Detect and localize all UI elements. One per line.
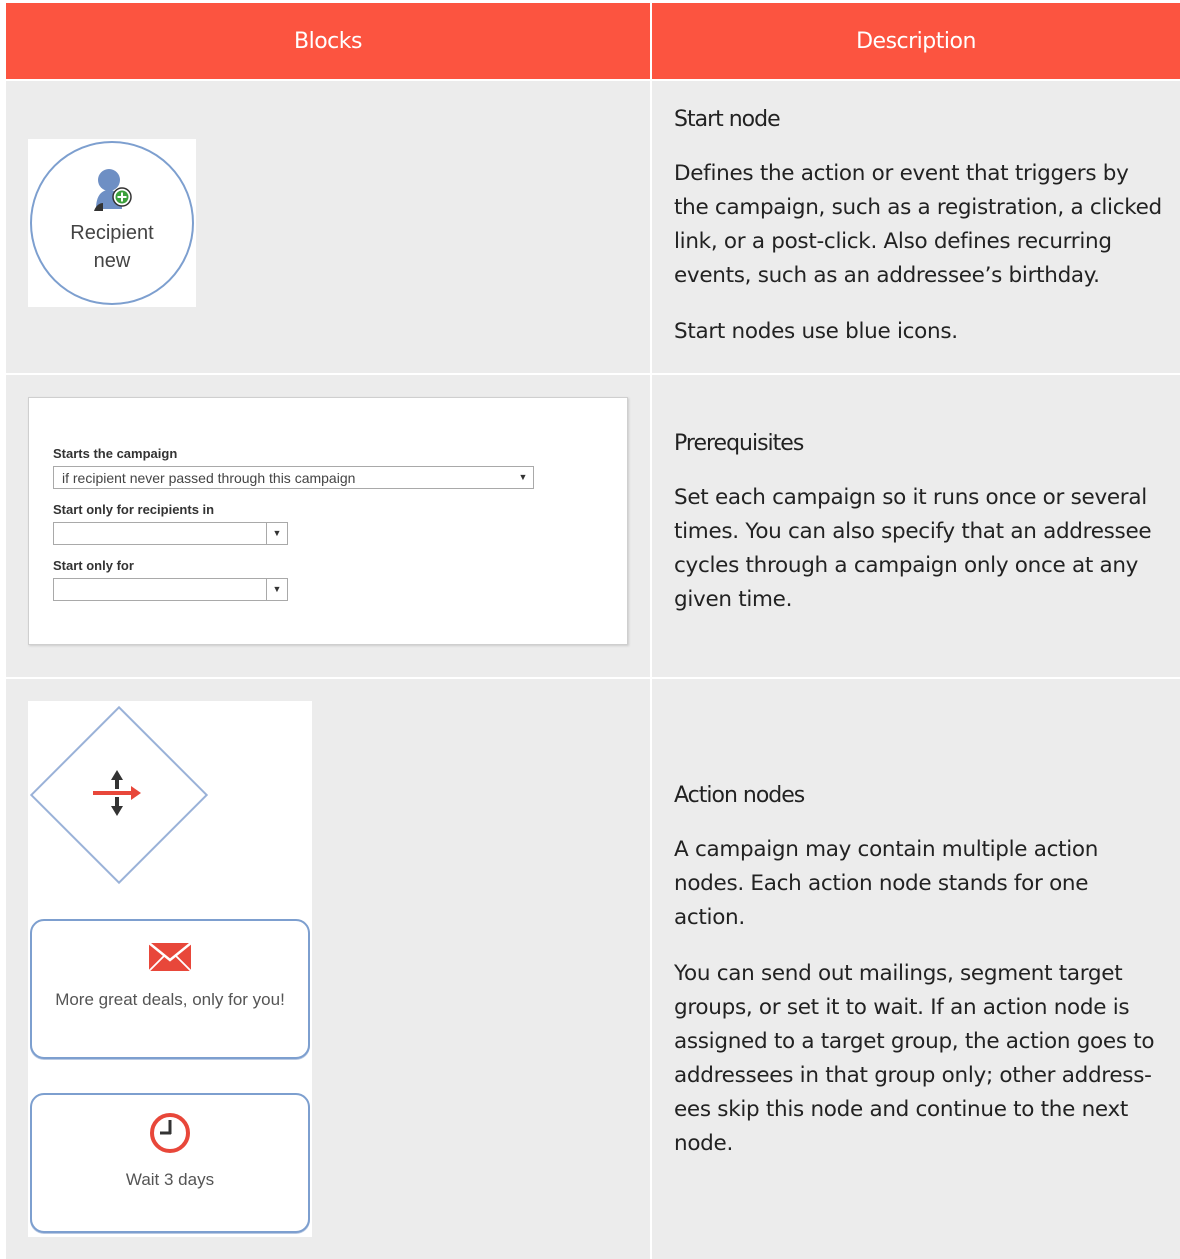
description-title: Action nodes <box>674 783 805 808</box>
header-blocks: Blocks <box>6 3 650 79</box>
wait-node: Wait 3 days <box>30 1093 310 1233</box>
table-row: Starts the campaign if recipient never p… <box>6 375 1180 677</box>
table-row: Recipient new Start node Defines the act… <box>6 81 1180 373</box>
block-cell: Starts the campaign if recipient never p… <box>6 375 650 677</box>
recipients-in-select[interactable]: ▼ <box>53 522 288 545</box>
description-paragraph: A campaign may contain multiple action n… <box>674 837 1099 930</box>
start-only-for-label: Start only for <box>53 558 134 573</box>
dropdown-arrow-icon[interactable]: ▼ <box>266 523 287 544</box>
start-node-circle: Recipient new <box>30 141 194 305</box>
recipient-new-icon <box>94 169 132 211</box>
description-paragraph: Start nodes use blue icons. <box>674 319 958 344</box>
description-action-nodes: Action nodes A campaign may contain mult… <box>674 781 1164 1183</box>
start-node-block: Recipient new <box>28 139 196 307</box>
table-row: More great deals, only for you! Wait 3 d… <box>6 679 1180 1259</box>
description-title: Prerequisites <box>674 431 804 456</box>
prerequisites-form: Starts the campaign if recipient never p… <box>28 397 628 645</box>
envelope-icon <box>148 942 192 972</box>
description-paragraph: You can send out mailings, segment targe… <box>674 961 1155 1156</box>
start-only-for-select[interactable]: ▼ <box>53 578 288 601</box>
description-prerequisites: Prerequisites Set each campaign so it ru… <box>674 429 1164 639</box>
start-node-label-line2: new <box>93 250 131 272</box>
wait-node-label: Wait 3 days <box>125 1170 215 1189</box>
starts-campaign-label: Starts the campaign <box>53 446 178 461</box>
mailing-node: More great deals, only for you! <box>30 919 310 1059</box>
description-cell: Prerequisites Set each campaign so it ru… <box>652 375 1180 677</box>
description-start-node: Start node Defines the action or event t… <box>674 105 1164 371</box>
description-paragraph: Set each campaign so it runs once or sev… <box>674 485 1152 612</box>
mailing-node-label: More great deals, only for you! <box>55 990 285 1009</box>
header-description: Description <box>652 3 1180 79</box>
start-node-label-line1: Recipient <box>70 222 154 244</box>
blocks-table: Blocks Description Recipient new Start n… <box>6 3 1180 1259</box>
clock-icon <box>150 1113 190 1153</box>
dropdown-arrow-icon[interactable]: ▼ <box>266 579 287 600</box>
description-cell: Action nodes A campaign may contain mult… <box>652 679 1180 1259</box>
table-header: Blocks Description <box>6 3 1180 79</box>
block-cell: More great deals, only for you! Wait 3 d… <box>6 679 650 1259</box>
block-cell: Recipient new <box>6 81 650 373</box>
dropdown-arrow-icon[interactable]: ▼ <box>513 467 533 488</box>
description-cell: Start node Defines the action or event t… <box>652 81 1180 373</box>
recipients-in-label: Start only for recipients in <box>53 502 215 517</box>
description-paragraph: Defines the action or event that trigger… <box>674 161 1162 288</box>
split-arrows-icon <box>93 770 141 816</box>
starts-campaign-select[interactable]: if recipient never passed through this c… <box>53 466 534 489</box>
description-title: Start node <box>674 107 781 132</box>
action-nodes-block: More great deals, only for you! Wait 3 d… <box>28 701 312 1237</box>
starts-campaign-select-value: if recipient never passed through this c… <box>62 470 356 486</box>
